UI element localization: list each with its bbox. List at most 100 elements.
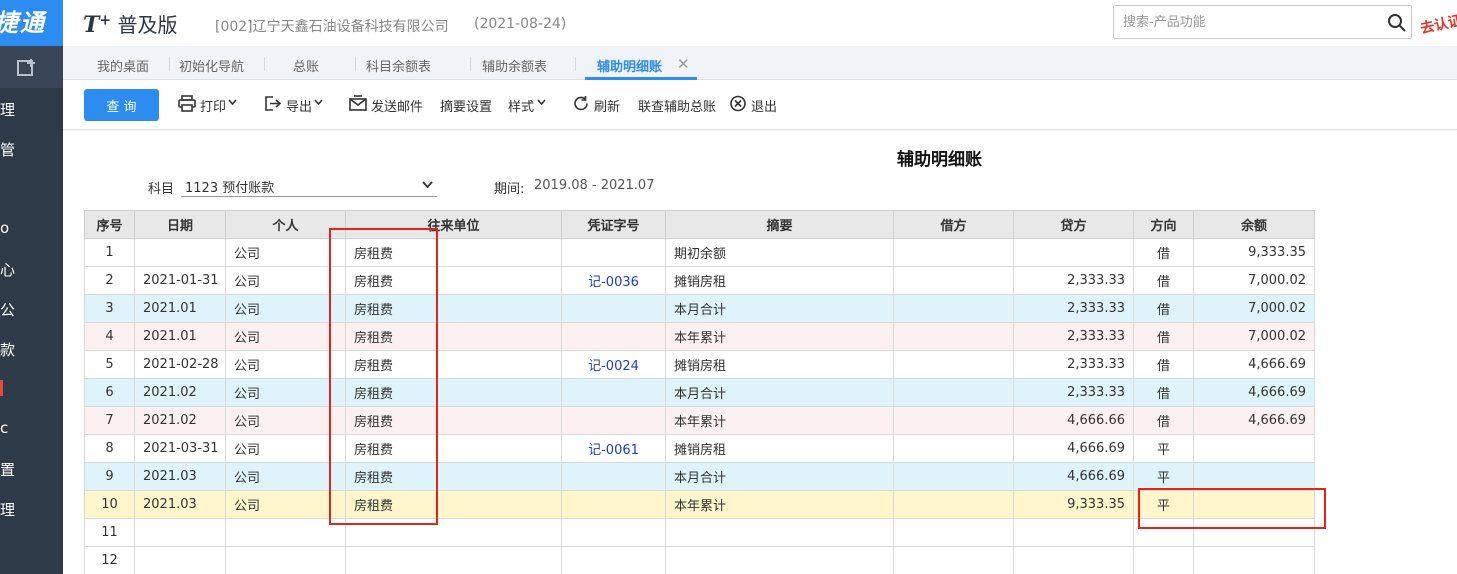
column-header[interactable]: 余额 — [1193, 210, 1315, 239]
export-label: 导出 — [286, 100, 313, 115]
search-icon[interactable] — [1387, 13, 1407, 33]
cell-summary: 本年累计 — [665, 406, 894, 435]
sidebar-item-6[interactable]: 款 — [0, 339, 63, 360]
table-row[interactable]: 3 2021.01 公司 房租费 本月合计 2,333.33 借 7,000.02 — [84, 294, 1315, 323]
column-header[interactable]: 序号 — [84, 210, 135, 239]
tab-bar: 我的桌面 初始化导航 总账 科目余额表 辅助余额表 辅助明细账 ✕ — [63, 46, 1457, 80]
cell-credit: 9,333.35 — [1013, 490, 1134, 519]
table-row[interactable]: 5 2021-02-28 公司 房租费 记-0024 摊销房租 2,333.33 借 4,666… — [84, 350, 1315, 379]
table-row[interactable]: 10 2021.03 公司 房租费 本年累计 9,333.35 平 — [84, 490, 1315, 519]
verify-link[interactable]: 去认证 — [1418, 10, 1457, 38]
cell-date: 2021.03 — [134, 462, 226, 491]
table-row[interactable]: 12 — [84, 546, 1315, 574]
sidebar-add-button[interactable] — [0, 46, 63, 88]
printer-icon — [178, 95, 196, 112]
cell-debit — [893, 350, 1014, 379]
cell-voucher[interactable]: 记-0036 — [561, 266, 666, 295]
cell-credit: 2,333.33 — [1013, 378, 1134, 407]
cell-voucher[interactable]: 记-0061 — [561, 434, 666, 463]
app-window: 捷通 理 管 o 心 公 款 c 置 理 T+ 普及版 [002]辽宁天鑫石油设… — [0, 0, 1457, 574]
company-name: [002]辽宁天鑫石油设备科技有限公司 — [215, 19, 449, 35]
table-row[interactable]: 11 — [84, 518, 1315, 547]
cell-credit: 2,333.33 — [1013, 322, 1134, 351]
cell-date: 2021.02 — [134, 378, 226, 407]
column-header[interactable]: 贷方 — [1013, 210, 1134, 239]
cell-date: 2021.02 — [134, 406, 226, 435]
cell-date: 2021-03-31 — [134, 434, 226, 463]
cell-direction: 借 — [1133, 378, 1194, 407]
product-logo: T+ 普及版 — [83, 9, 177, 38]
brand-text: 捷通 — [0, 9, 46, 37]
cell-debit — [893, 266, 1014, 295]
sidebar-item-7[interactable]: c — [0, 419, 63, 437]
tab-account-balance[interactable]: 科目余额表 — [366, 56, 431, 75]
tab-my-desktop[interactable]: 我的桌面 — [97, 56, 149, 75]
report-area: 辅助明细账 科目 1123 预付账款 期间: 2019.08 - 2021.07… — [63, 131, 1457, 574]
cell-summary: 本月合计 — [665, 462, 894, 491]
table-row[interactable]: 8 2021-03-31 公司 房租费 记-0061 摊销房租 4,666.69 平 — [84, 434, 1315, 463]
cell-date: 2021.03 — [134, 490, 226, 519]
cell-date: 2021.01 — [134, 294, 226, 323]
cell-balance: 4,666.69 — [1193, 350, 1315, 379]
cell-credit: 2,333.33 — [1013, 350, 1134, 379]
cell-direction: 借 — [1133, 406, 1194, 435]
sidebar-item-1[interactable]: 理 — [0, 99, 63, 120]
cell-voucher[interactable]: 记-0024 — [561, 350, 666, 379]
cell-debit — [893, 434, 1014, 463]
send-mail-label: 发送邮件 — [371, 100, 424, 115]
tab-aux-detail[interactable]: 辅助明细账 — [597, 56, 662, 75]
cell-credit: 4,666.69 — [1013, 434, 1134, 463]
cell-person: 公司 — [225, 490, 346, 519]
column-header[interactable]: 方向 — [1133, 210, 1194, 239]
tab-aux-balance[interactable]: 辅助余额表 — [482, 56, 547, 75]
query-button[interactable]: 查 询 — [84, 89, 159, 121]
sidebar-item-5[interactable]: 公 — [0, 299, 63, 320]
tab-general-ledger[interactable]: 总账 — [293, 56, 319, 75]
cell-debit — [893, 294, 1014, 323]
add-window-icon — [17, 59, 35, 76]
cell-balance: 7,000.02 — [1193, 266, 1315, 295]
sidebar-item-8[interactable]: 置 — [0, 459, 63, 480]
summary-settings-label: 摘要设置 — [440, 100, 493, 115]
table-row[interactable]: 9 2021.03 公司 房租费 本月合计 4,666.69 平 — [84, 462, 1315, 491]
sidebar-item-9[interactable]: 理 — [0, 499, 63, 520]
column-header[interactable]: 个人 — [225, 210, 346, 239]
sidebar-item-4[interactable]: 心 — [0, 259, 63, 280]
mail-icon — [349, 95, 367, 111]
table-row[interactable]: 6 2021.02 公司 房租费 本月合计 2,333.33 借 4,666.69 — [84, 378, 1315, 407]
detail-ledger-table: 序号 日期 个人 往来单位 凭证字号 摘要 借方 贷方 方向 余额 1 公司 房租费… — [84, 210, 1315, 574]
search-box[interactable] — [1113, 5, 1412, 39]
cell-balance: 4,666.69 — [1193, 406, 1315, 435]
cell-person: 公司 — [225, 350, 346, 379]
period-value: 2019.08 - 2021.07 — [534, 178, 655, 193]
cell-voucher — [561, 518, 666, 547]
table-row[interactable]: 7 2021.02 公司 房租费 本年累计 4,666.66 借 4,666.69 — [84, 406, 1315, 435]
tab-divider — [575, 57, 576, 71]
logo-text: 普及版 — [117, 13, 178, 37]
cell-voucher — [561, 238, 666, 267]
table-row[interactable]: 1 公司 房租费 期初余额借 9,333.35 — [84, 238, 1315, 267]
column-header[interactable]: 日期 — [134, 210, 226, 239]
cell-balance: 4,666.69 — [1193, 378, 1315, 407]
sidebar-item-2[interactable]: 管 — [0, 139, 63, 160]
table-row[interactable]: 4 2021.01 公司 房租费 本年累计 2,333.33 借 7,000.02 — [84, 322, 1315, 351]
cell-voucher — [561, 294, 666, 323]
column-header[interactable]: 凭证字号 — [561, 210, 666, 239]
subject-select[interactable]: 1123 预付账款 — [181, 173, 437, 197]
cell-person: 公司 — [225, 322, 346, 351]
column-header[interactable]: 借方 — [893, 210, 1014, 239]
toolbar: 查 询 打印 导出 发送邮件 摘要设置 样式 刷新 联查辅助总账 退出 — [63, 80, 1457, 130]
top-header: T+ 普及版 [002]辽宁天鑫石油设备科技有限公司 (2021-08-24) … — [63, 0, 1457, 46]
search-input[interactable] — [1123, 13, 1373, 31]
cell-balance — [1193, 434, 1315, 463]
cell-balance: 7,000.02 — [1193, 294, 1315, 323]
close-icon[interactable]: ✕ — [677, 55, 690, 73]
sidebar-item-3[interactable]: o — [0, 219, 63, 237]
column-header[interactable]: 摘要 — [665, 210, 894, 239]
cell-credit — [1013, 546, 1134, 574]
cell-debit — [893, 490, 1014, 519]
table-row[interactable]: 2 2021-01-31 公司 房租费 记-0036 摊销房租 2,333.33 借 7,000… — [84, 266, 1315, 295]
subject-label: 科目 — [148, 182, 175, 197]
tab-init-guide[interactable]: 初始化导航 — [179, 56, 244, 75]
table-header-row: 序号 日期 个人 往来单位 凭证字号 摘要 借方 贷方 方向 余额 — [84, 210, 1315, 239]
